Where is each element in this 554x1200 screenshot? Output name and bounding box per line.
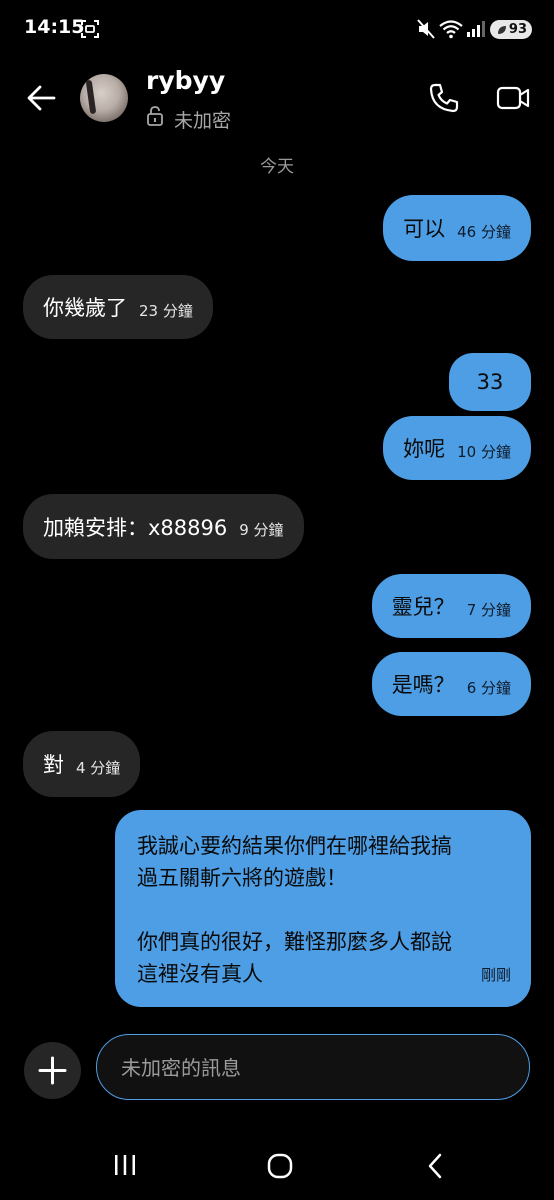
back-arrow-icon[interactable] — [26, 84, 56, 112]
message-time: 23 分鐘 — [139, 301, 193, 320]
encryption-status: 未加密 — [174, 110, 232, 132]
message-text-line: 過五關斬六將的遊戲！ — [137, 866, 347, 890]
message-text: 妳呢 — [403, 437, 446, 461]
message-bubble[interactable]: 可以 46 分鐘 — [383, 195, 531, 261]
message-bubble[interactable]: 對 4 分鐘 — [23, 731, 141, 797]
message-bubble[interactable]: 妳呢 10 分鐘 — [383, 416, 531, 480]
screen-capture-icon — [81, 20, 99, 38]
message-text: 對 — [43, 753, 64, 777]
message-text: 加賴安排：x88896 — [43, 515, 228, 540]
mute-icon — [417, 19, 435, 39]
message-text-line: 這裡沒有真人 — [137, 962, 263, 986]
message-text: 可以 — [403, 217, 446, 241]
signal-icon — [467, 21, 485, 37]
message-composer[interactable] — [96, 1034, 530, 1100]
message-input[interactable] — [119, 1035, 513, 1100]
message-time: 10 分鐘 — [457, 442, 511, 461]
message-text-line: 我誠心要約結果你們在哪裡給我搞 — [137, 834, 452, 858]
plus-icon — [38, 1056, 67, 1085]
message-time: 46 分鐘 — [457, 222, 511, 241]
phone-icon[interactable] — [428, 82, 460, 114]
home-icon[interactable] — [266, 1152, 294, 1180]
video-call-icon[interactable] — [496, 84, 530, 112]
date-separator: 今天 — [260, 157, 294, 177]
message-bubble[interactable]: 靈兒？ 7 分鐘 — [371, 574, 531, 638]
wifi-icon — [439, 20, 463, 39]
message-bubble[interactable]: 33 — [449, 353, 531, 411]
message-bubble[interactable]: 我誠心要約結果你們在哪裡給我搞 過五關斬六將的遊戲！ 你們真的很好，難怪那麼多人… — [115, 810, 531, 1007]
battery-level: 93 — [508, 22, 527, 37]
status-time: 14:15 — [24, 16, 85, 38]
message-text: 靈兒？ — [391, 595, 455, 619]
leaf-icon — [497, 25, 506, 34]
message-time: 7 分鐘 — [466, 600, 511, 619]
message-text: 你幾歲了 — [43, 296, 127, 320]
message-text-line — [137, 894, 509, 926]
message-time: 剛剛 — [480, 966, 511, 984]
message-time: 9 分鐘 — [239, 521, 284, 539]
message-time: 4 分鐘 — [76, 758, 121, 777]
battery-indicator: 93 — [490, 20, 532, 39]
nav-back-icon[interactable] — [424, 1152, 446, 1180]
message-text: 33 — [476, 370, 504, 394]
recents-icon[interactable] — [112, 1152, 138, 1178]
lock-icon — [147, 106, 163, 126]
message-time: 6 分鐘 — [466, 678, 511, 697]
message-bubble[interactable]: 是嗎？ 6 分鐘 — [371, 652, 531, 716]
message-bubble[interactable]: 你幾歲了 23 分鐘 — [23, 275, 213, 339]
message-bubble[interactable]: 加賴安排：x88896 9 分鐘 — [23, 494, 304, 559]
add-attachment-button[interactable] — [24, 1042, 81, 1099]
message-text-line: 你們真的很好，難怪那麼多人都說 — [137, 930, 452, 954]
message-text: 是嗎？ — [391, 673, 455, 697]
contact-name[interactable]: rybyy — [146, 66, 225, 95]
contact-avatar[interactable] — [80, 74, 128, 122]
